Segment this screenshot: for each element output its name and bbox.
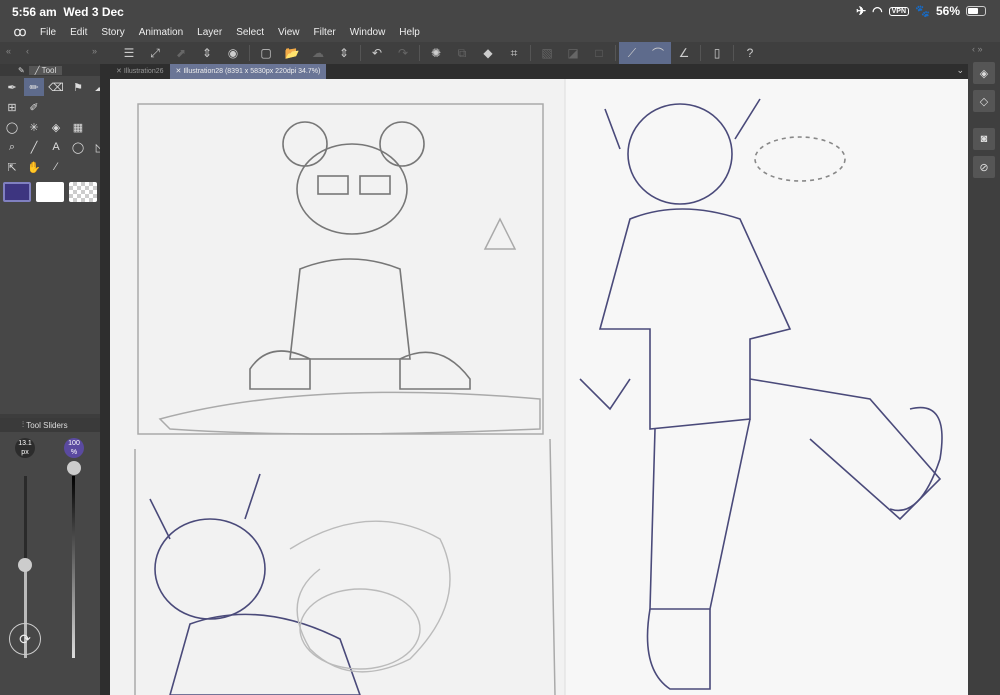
menu-icon[interactable]: ☰: [116, 42, 142, 64]
menu-bar: ꝏ File Edit Story Animation Layer Select…: [0, 22, 1000, 42]
paw-icon: 🐾: [915, 4, 930, 18]
menu-animation[interactable]: Animation: [139, 27, 183, 38]
hand-icon[interactable]: ✋: [24, 158, 44, 176]
layers-icon[interactable]: ◈: [973, 62, 995, 84]
eraser-icon[interactable]: ⌫: [46, 78, 66, 96]
decoration-icon[interactable]: ⚑: [68, 78, 88, 96]
undo-icon[interactable]: ↶: [364, 42, 390, 64]
tone-icon[interactable]: ◪: [560, 42, 586, 64]
opacity-value: 100%: [64, 438, 84, 458]
chevron-left-icon[interactable]: ‹ »: [968, 42, 1000, 56]
transparent-swatch[interactable]: [69, 182, 97, 202]
help-icon[interactable]: ?: [737, 42, 763, 64]
line-icon[interactable]: ╱: [24, 138, 44, 156]
clock: 5:56 am Wed 3 Dec: [12, 5, 124, 19]
lasso-icon[interactable]: ◯: [2, 118, 22, 136]
text-icon[interactable]: A: [46, 138, 66, 156]
vpn-badge: VPN: [888, 6, 910, 16]
chevron-down-icon[interactable]: ⌄: [956, 65, 964, 76]
pen-icon[interactable]: ✒: [2, 78, 22, 96]
expand-icon[interactable]: »: [92, 46, 97, 56]
menu-layer[interactable]: Layer: [197, 27, 222, 38]
camera-icon[interactable]: ◙: [973, 128, 995, 150]
brush-size-value: 13.1 px: [15, 438, 35, 458]
move-layer-icon[interactable]: ⇱: [2, 158, 22, 176]
layer-property-icon[interactable]: ◇: [973, 90, 995, 112]
eye-icon[interactable]: ◉: [220, 42, 246, 64]
battery-percent: 56%: [935, 4, 960, 18]
sketch-artwork: [110, 79, 968, 695]
airplane-icon: ✈: [856, 4, 867, 18]
tool-sliders-panel: ⫶ Tool Sliders 13.1 px 100% ⟳: [0, 418, 100, 695]
fit-canvas-icon[interactable]: ⤢: [142, 42, 168, 64]
left-panel-header: « ‹ »: [0, 42, 110, 64]
tab-illustration28[interactable]: ✕ Illustration28 (8391 x 5830px 220dpi 3…: [169, 64, 327, 79]
brush-size-slider[interactable]: [18, 558, 32, 572]
collapse-left-icon[interactable]: «: [6, 46, 11, 56]
clear-icon[interactable]: ▧: [534, 42, 560, 64]
border-icon[interactable]: □: [586, 42, 612, 64]
opacity-slider[interactable]: [67, 461, 81, 475]
brush-size-track[interactable]: [24, 476, 27, 566]
ruler-icon[interactable]: ∠: [671, 42, 697, 64]
navigator-icon[interactable]: ⊘: [973, 156, 995, 178]
document-tabs: ✕ Illustration26 ✕ Illustration28 (8391 …: [110, 64, 968, 79]
menu-select[interactable]: Select: [236, 27, 264, 38]
menu-window[interactable]: Window: [350, 27, 386, 38]
menu-story[interactable]: Story: [101, 27, 124, 38]
loading-icon[interactable]: ✺: [423, 42, 449, 64]
wifi-icon: ◠: [872, 4, 883, 18]
cloud-icon[interactable]: ☁: [305, 42, 331, 64]
app-logo-icon[interactable]: ꝏ: [0, 24, 40, 40]
frame-icon[interactable]: ⊞: [2, 98, 22, 116]
fill-icon[interactable]: ◆: [475, 42, 501, 64]
eyedropper-icon[interactable]: ⁄: [46, 158, 66, 176]
menu-filter[interactable]: Filter: [313, 27, 335, 38]
new-file-icon[interactable]: ▢: [253, 42, 279, 64]
eyedropper-tool-icon[interactable]: ✐: [24, 98, 44, 116]
menu-view[interactable]: View: [278, 27, 300, 38]
right-panel: ‹ » ◈ ◇ ◙ ⊘: [968, 42, 1000, 695]
menu-file[interactable]: File: [40, 27, 56, 38]
drawing-canvas[interactable]: [110, 79, 968, 695]
opacity-track[interactable]: [72, 476, 75, 658]
pencil-icon[interactable]: ✏: [24, 78, 44, 96]
tool-tab[interactable]: ╱ Tool: [28, 65, 63, 75]
command-bar: ☰ ⤢ ⬈ ⇕ ◉ ▢ 📂 ☁ ⇕ ↶ ↷ ✺ ⧉ ◆ ⌗ ▧ ◪ □ ⟋ ⌒ …: [110, 42, 968, 64]
tool-panel: ✎╱ Tool ✒ ✏ ⌫ ⚑ ☁ ⊞ ✐ ◯ ✳ ◈ ▦ ⌕ ╱ A ◯ ◺ …: [0, 64, 106, 414]
sub-tool-icon[interactable]: ✎: [18, 66, 25, 75]
chevron-updown-icon[interactable]: ⇕: [194, 42, 220, 64]
main-color-swatch[interactable]: [3, 182, 32, 202]
chevron-left-icon[interactable]: ‹: [26, 46, 29, 56]
fill-bucket-icon[interactable]: ◈: [46, 118, 66, 136]
redo-icon[interactable]: ↷: [390, 42, 416, 64]
balloon-icon[interactable]: ◯: [68, 138, 88, 156]
transform-icon[interactable]: ⬈: [168, 42, 194, 64]
snap-ruler-icon[interactable]: ⟋: [619, 42, 645, 64]
menu-edit[interactable]: Edit: [70, 27, 87, 38]
sub-color-swatch[interactable]: [36, 182, 65, 202]
menu-help[interactable]: Help: [399, 27, 420, 38]
swap-icon[interactable]: ⟳: [9, 623, 41, 655]
tab-illustration26[interactable]: ✕ Illustration26: [110, 64, 170, 79]
snap-curve-icon[interactable]: ⌒: [645, 42, 671, 64]
status-bar: 5:56 am Wed 3 Dec ✈ ◠ VPN 🐾 56%: [0, 0, 1000, 22]
battery-icon: [966, 6, 986, 16]
gradient-icon[interactable]: ▦: [68, 118, 88, 136]
operation-icon[interactable]: ⌕: [2, 138, 22, 156]
crop-icon[interactable]: ⌗: [501, 42, 527, 64]
copy-icon[interactable]: ⧉: [449, 42, 475, 64]
magic-wand-icon[interactable]: ✳: [24, 118, 44, 136]
chevron-updown-icon[interactable]: ⇕: [331, 42, 357, 64]
open-folder-icon[interactable]: 📂: [279, 42, 305, 64]
smartphone-icon[interactable]: ▯: [704, 42, 730, 64]
